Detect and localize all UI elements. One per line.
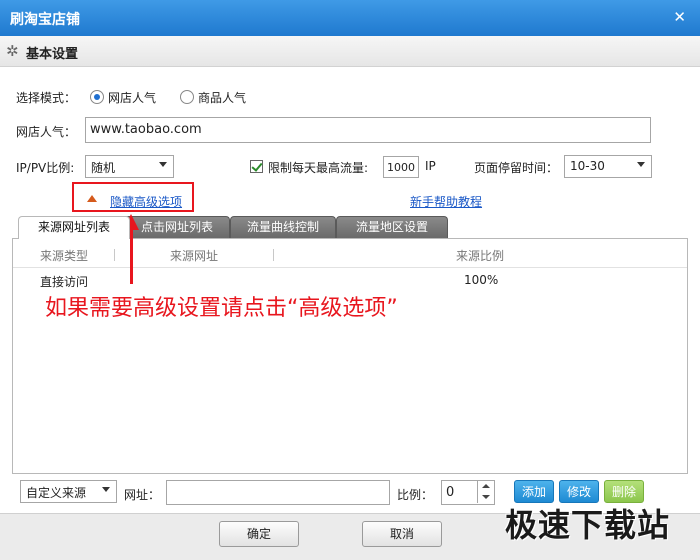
stay-time-value: 10-30 — [570, 159, 605, 173]
row-source-ratio: 100% — [464, 273, 499, 287]
limit-checkbox[interactable] — [250, 160, 263, 173]
limit-input-value: 1000 — [387, 161, 415, 174]
window-title: 刷淘宝店铺 — [10, 12, 80, 28]
annotation-text: 如果需要高级设置请点击“高级选项” — [45, 296, 398, 321]
limit-label: 限制每天最高流量: — [268, 161, 369, 175]
close-icon[interactable]: ✕ — [673, 8, 686, 26]
col-header-source-url: 来源网址 — [170, 249, 219, 263]
annotation-arrow — [130, 228, 133, 284]
tab-traffic-region[interactable]: 流量地区设置 — [336, 216, 448, 238]
radio-shop-popularity-label[interactable]: 网店人气 — [108, 89, 156, 106]
ratio-spinner[interactable] — [477, 481, 494, 503]
help-tutorial-link[interactable]: 新手帮助教程 — [410, 193, 482, 210]
cancel-button[interactable]: 取消 — [362, 521, 442, 547]
tab-click-urls[interactable]: 点击网址列表 — [124, 216, 230, 238]
url-label: 网址： — [124, 488, 161, 502]
title-bar: 刷淘宝店铺 ✕ — [0, 0, 700, 36]
ratio-input-label: 比例： — [397, 488, 434, 502]
radio-product-popularity[interactable] — [180, 90, 194, 104]
tab-source-urls[interactable]: 来源网址列表 — [18, 216, 130, 239]
gear-icon: ✲ — [6, 42, 19, 60]
shop-url-value: www.taobao.com — [90, 122, 202, 137]
ok-button[interactable]: 确定 — [219, 521, 299, 547]
source-type-value: 自定义来源 — [26, 486, 87, 500]
shop-url-label: 网店人气： — [16, 125, 77, 139]
col-separator — [114, 249, 115, 261]
radio-product-popularity-label[interactable]: 商品人气 — [198, 89, 246, 106]
limit-input[interactable]: 1000 — [383, 156, 419, 178]
spin-up-icon[interactable] — [482, 484, 490, 488]
shop-url-input[interactable]: www.taobao.com — [85, 117, 651, 143]
stay-time-label: 页面停留时间： — [474, 161, 559, 175]
source-table-panel — [12, 238, 688, 474]
row-source-type: 直接访问 — [40, 275, 89, 289]
col-header-source-type: 来源类型 — [40, 249, 89, 263]
section-header: ✲ 基本设置 — [0, 36, 700, 67]
ratio-stepper-value: 0 — [446, 485, 455, 500]
limit-unit: IP — [425, 159, 436, 173]
mode-label: 选择模式： — [16, 91, 77, 105]
ratio-select-value: 随机 — [91, 161, 116, 175]
header-divider — [13, 267, 687, 268]
chevron-down-icon — [637, 162, 645, 167]
ratio-label: IP/PV比例: — [16, 161, 75, 175]
col-separator — [273, 249, 274, 261]
section-title: 基本设置 — [26, 47, 79, 62]
stay-time-select[interactable]: 10-30 — [564, 155, 652, 178]
collapse-triangle-icon — [87, 195, 97, 202]
chevron-down-icon — [159, 162, 167, 167]
advanced-options-link[interactable]: 隐藏高级选项 — [110, 193, 182, 210]
col-header-source-ratio: 来源比例 — [456, 249, 505, 263]
source-type-select[interactable]: 自定义来源 — [20, 480, 117, 503]
radio-shop-popularity[interactable] — [90, 90, 104, 104]
tab-traffic-curve[interactable]: 流量曲线控制 — [230, 216, 336, 238]
ratio-select[interactable]: 随机 — [85, 155, 174, 178]
url-input[interactable] — [166, 480, 390, 505]
site-watermark: 极速下载站 — [505, 506, 671, 544]
spin-down-icon[interactable] — [482, 495, 490, 499]
chevron-down-icon — [102, 487, 110, 492]
